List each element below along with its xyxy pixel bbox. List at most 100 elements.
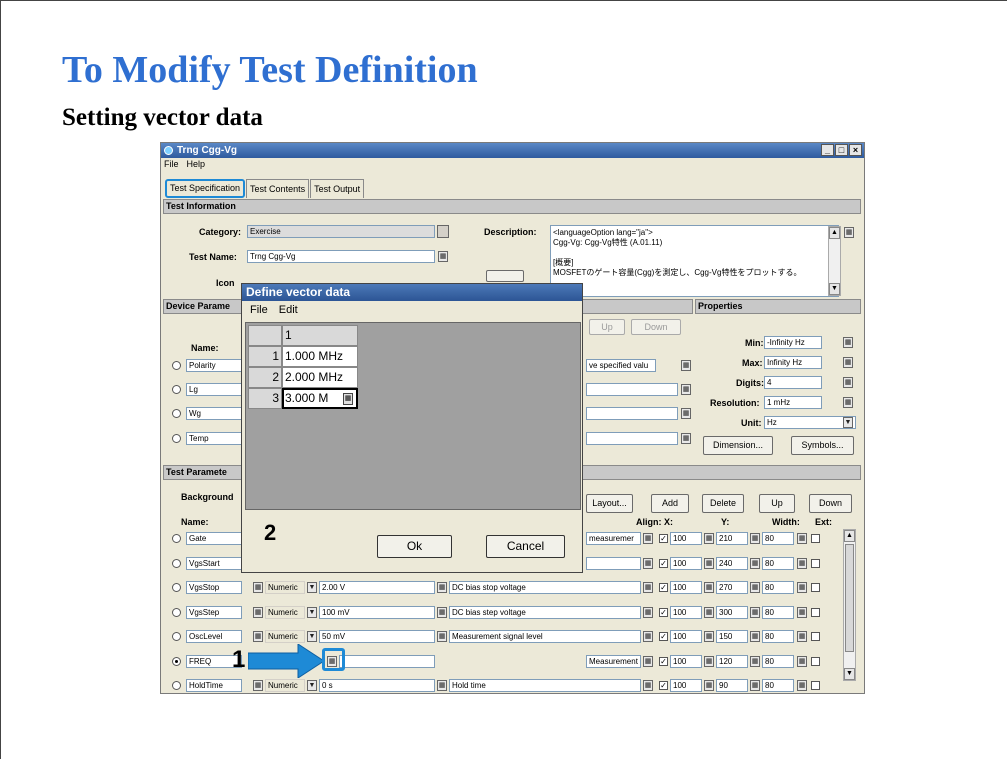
calculator-icon[interactable]: ▦ — [750, 680, 760, 691]
param-radio[interactable] — [172, 657, 181, 666]
calculator-icon[interactable]: ▦ — [704, 607, 714, 618]
y-field[interactable]: 150 — [716, 630, 748, 643]
device-param-radio[interactable] — [172, 409, 181, 418]
param-name-field[interactable]: VgsStop — [186, 581, 242, 594]
calculator-icon[interactable]: ▦ — [437, 607, 447, 618]
tab-test-output[interactable]: Test Output — [310, 179, 365, 198]
ext-checkbox[interactable] — [811, 681, 820, 690]
param-radio[interactable] — [172, 608, 181, 617]
ext-checkbox[interactable] — [811, 583, 820, 592]
dialog-menu-edit[interactable]: Edit — [279, 303, 298, 317]
width-field[interactable]: 80 — [762, 606, 794, 619]
param-radio[interactable] — [172, 559, 181, 568]
device-param-radio[interactable] — [172, 434, 181, 443]
scrollbar-thumb[interactable] — [845, 544, 854, 652]
calculator-icon[interactable]: ▦ — [797, 582, 807, 593]
calculator-icon[interactable]: ▦ — [797, 631, 807, 642]
add-button[interactable]: Add — [651, 494, 689, 513]
x-field[interactable]: 100 — [670, 581, 702, 594]
y-field[interactable]: 270 — [716, 581, 748, 594]
align-checkbox[interactable]: ✓ — [659, 559, 668, 568]
keyboard-icon[interactable]: ▦ — [643, 533, 653, 544]
x-field[interactable]: 100 — [670, 606, 702, 619]
align-checkbox[interactable]: ✓ — [659, 632, 668, 641]
calculator-icon[interactable]: ▦ — [750, 656, 760, 667]
keyboard-icon[interactable]: ▦ — [681, 408, 691, 419]
param-description[interactable]: Measurement frequency — [586, 655, 641, 668]
ext-checkbox[interactable] — [811, 559, 820, 568]
calculator-icon[interactable]: ▦ — [750, 607, 760, 618]
param-type-select[interactable]: Numeric — [265, 606, 305, 619]
calculator-icon[interactable]: ▦ — [843, 377, 853, 388]
param-radio[interactable] — [172, 534, 181, 543]
min-field[interactable]: -Infinity Hz — [764, 336, 822, 349]
param-type-select[interactable]: Numeric — [265, 630, 305, 643]
param-description[interactable]: DC bias stop voltage — [449, 581, 641, 594]
dialog-menu-file[interactable]: File — [250, 303, 268, 317]
chevron-down-icon[interactable]: ▼ — [307, 631, 317, 642]
calculator-icon[interactable]: ▦ — [843, 397, 853, 408]
grid-row-header[interactable]: 2 — [248, 367, 282, 388]
align-checkbox[interactable]: ✓ — [659, 534, 668, 543]
param-description[interactable]: Measurement signal level — [449, 630, 641, 643]
calculator-icon[interactable]: ▦ — [343, 393, 353, 405]
keyboard-icon[interactable]: ▦ — [844, 227, 854, 238]
calculator-icon[interactable]: ▦ — [797, 607, 807, 618]
param-description[interactable]: measuremer — [586, 532, 641, 545]
menu-help[interactable]: Help — [187, 158, 206, 170]
param-name-field[interactable]: OscLevel — [186, 630, 242, 643]
max-field[interactable]: Infinity Hz — [764, 356, 822, 369]
align-checkbox[interactable]: ✓ — [659, 583, 668, 592]
scroll-down-icon[interactable]: ▼ — [844, 668, 855, 680]
y-field[interactable]: 210 — [716, 532, 748, 545]
width-field[interactable]: 80 — [762, 532, 794, 545]
param-description[interactable]: DC bias step voltage — [449, 606, 641, 619]
calculator-icon[interactable]: ▦ — [750, 631, 760, 642]
param-default-value[interactable]: 2.00 V — [319, 581, 435, 594]
device-param-desc[interactable] — [586, 407, 678, 420]
calculator-icon[interactable]: ▦ — [750, 533, 760, 544]
symbols-button[interactable]: Symbols... — [791, 436, 854, 455]
device-param-name[interactable]: Lg — [186, 383, 242, 396]
device-param-desc[interactable] — [586, 432, 678, 445]
calculator-icon[interactable]: ▦ — [750, 582, 760, 593]
calculator-icon[interactable]: ▦ — [704, 656, 714, 667]
param-default-value[interactable]: 50 mV — [319, 630, 435, 643]
layout-button[interactable]: Layout... — [586, 494, 633, 513]
grid-row-header[interactable]: 1 — [248, 346, 282, 367]
keyboard-icon[interactable]: ▦ — [643, 656, 653, 667]
device-param-name[interactable]: Wg — [186, 407, 242, 420]
keyboard-icon[interactable]: ▦ — [643, 607, 653, 618]
ok-button[interactable]: Ok — [377, 535, 452, 558]
calculator-icon[interactable]: ▦ — [843, 357, 853, 368]
align-checkbox[interactable]: ✓ — [659, 657, 668, 666]
param-up-button[interactable]: Up — [759, 494, 795, 513]
dialog-title[interactable]: Define vector data — [242, 284, 582, 301]
keyboard-icon[interactable]: ▦ — [643, 631, 653, 642]
device-param-radio[interactable] — [172, 361, 181, 370]
device-param-name[interactable]: Polarity — [186, 359, 242, 372]
cancel-button[interactable]: Cancel — [486, 535, 565, 558]
ext-checkbox[interactable] — [811, 632, 820, 641]
keyboard-icon[interactable]: ▦ — [253, 582, 263, 593]
keyboard-icon[interactable]: ▦ — [681, 360, 691, 371]
keyboard-icon[interactable]: ▦ — [681, 433, 691, 444]
keyboard-icon[interactable]: ▦ — [643, 582, 653, 593]
chevron-down-icon[interactable]: ▼ — [307, 582, 317, 593]
calculator-icon[interactable]: ▦ — [704, 582, 714, 593]
width-field[interactable]: 80 — [762, 655, 794, 668]
param-type-select[interactable]: Numeric — [265, 581, 305, 594]
category-dropdown-button[interactable] — [437, 225, 449, 238]
calculator-icon[interactable]: ▦ — [704, 533, 714, 544]
ext-checkbox[interactable] — [811, 657, 820, 666]
keyboard-icon[interactable]: ▦ — [438, 251, 448, 262]
maximize-icon[interactable]: □ — [835, 144, 848, 156]
param-vector-value[interactable]: . — [339, 655, 435, 668]
keyboard-icon[interactable]: ▦ — [253, 607, 263, 618]
param-name-field[interactable]: VgsStart — [186, 557, 242, 570]
param-name-field[interactable]: Gate — [186, 532, 242, 545]
minimize-icon[interactable]: _ — [821, 144, 834, 156]
chevron-down-icon[interactable]: ▼ — [843, 417, 853, 428]
icon-select-button[interactable] — [486, 270, 524, 282]
grid-cell[interactable]: 1.000 MHz — [282, 346, 358, 367]
